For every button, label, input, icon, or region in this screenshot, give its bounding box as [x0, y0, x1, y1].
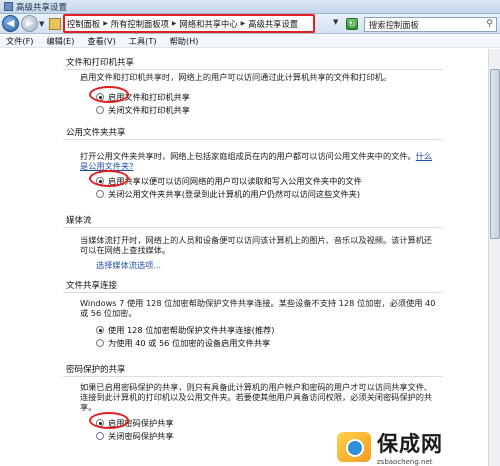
radio-disable-password[interactable]: 关闭密码保护共享	[96, 430, 174, 442]
scrollbar-thumb[interactable]	[490, 69, 500, 239]
radio-label: 为使用 40 或 56 位加密的设备启用文件共享	[108, 338, 271, 348]
password-description: 如果已启用密码保护的共享，则只有具备此计算机的用户帐户和密码的用户才可以访问共享…	[80, 382, 433, 412]
watermark-url: zsbaocheng.net	[377, 458, 433, 466]
refresh-icon[interactable]: ↻	[346, 18, 358, 30]
public-folder-description: 打开公用文件夹共享时，网络上包括家庭组成员在内的用户都可以访问公用文件夹中的文件…	[80, 151, 438, 171]
radio-button-selected[interactable]	[96, 326, 104, 334]
radio-40-56-bit[interactable]: 为使用 40 或 56 位加密的设备启用文件共享	[96, 337, 270, 349]
radio-label: 关闭文件和打印机共享	[108, 105, 190, 115]
site-watermark: 保成网 zsbaocheng.net	[337, 428, 497, 466]
radio-button[interactable]	[96, 106, 104, 114]
radio-label: 关闭公用文件夹共享(登录到此计算机的用户仍然可以访问这些文件夹)	[108, 189, 361, 199]
radio-label: 启用密码保护共享	[108, 418, 174, 428]
radio-button-selected[interactable]	[96, 177, 104, 185]
breadcrumb-network-center[interactable]: 网络和共享中心	[180, 18, 238, 30]
section-divider	[63, 69, 443, 70]
public-folder-desc-text: 打开公用文件夹共享时，网络上包括家庭组成员在内的用户都可以访问公用文件夹中的文件…	[80, 151, 416, 161]
watermark-brand: 保成网	[377, 432, 443, 456]
menu-help[interactable]: 帮助(H)	[170, 35, 199, 47]
radio-disable-public-folder[interactable]: 关闭公用文件夹共享(登录到此计算机的用户仍然可以访问这些文件夹)	[96, 188, 360, 200]
radio-button-selected[interactable]	[96, 419, 104, 427]
radio-128-bit[interactable]: 使用 128 位加密帮助保护文件共享连接(推荐)	[96, 324, 274, 336]
breadcrumb-all-items[interactable]: 所有控制面板项	[111, 18, 169, 30]
breadcrumb-separator-icon[interactable]: ▶	[241, 20, 246, 27]
connection-description: Windows 7 使用 128 位加密帮助保护文件共享连接。某些设备不支持 1…	[80, 298, 436, 318]
radio-label: 关闭密码保护共享	[108, 431, 174, 441]
menu-file[interactable]: 文件(F)	[6, 35, 33, 47]
breadcrumb-advanced-sharing[interactable]: 高级共享设置	[248, 18, 298, 30]
section-title-public-folder: 公用文件夹共享	[66, 128, 126, 138]
radio-button-selected[interactable]	[96, 93, 104, 101]
window-icon	[4, 2, 13, 11]
section-title-file-print: 文件和打印机共享	[66, 58, 135, 68]
radio-label: 启用共享以便可以访问网络的用户可以读取和写入公用文件夹中的文件	[108, 176, 362, 186]
section-divider	[63, 376, 443, 377]
breadcrumb-separator-icon[interactable]: ▶	[103, 20, 108, 27]
vertical-scrollbar[interactable]	[488, 49, 500, 466]
menu-edit[interactable]: 编辑(E)	[46, 35, 74, 47]
advanced-sharing-content: 文件和打印机共享 启用文件和打印机共享时，网络上的用户可以访问通过此计算机共享的…	[0, 49, 488, 466]
section-divider	[63, 292, 443, 293]
radio-disable-file-print[interactable]: 关闭文件和打印机共享	[96, 104, 190, 116]
address-dropdown-icon[interactable]: ▼	[333, 18, 338, 26]
media-description: 当媒体流打开时，网络上的人员和设备便可以访问该计算机上的图片、音乐以及视频。该计…	[80, 235, 433, 255]
recent-pages-dropdown-icon[interactable]: ▼	[39, 20, 47, 28]
section-divider	[63, 139, 443, 140]
forward-button[interactable]: ▶	[21, 15, 38, 32]
search-placeholder: 搜索控制面板	[369, 19, 419, 30]
radio-button[interactable]	[96, 190, 104, 198]
search-icon[interactable]: ⚲	[486, 19, 493, 29]
section-title-connection: 文件共享连接	[66, 281, 118, 291]
choose-media-streaming-link[interactable]: 选择媒体流选项...	[96, 259, 161, 271]
window-titlebar: 高级共享设置	[0, 0, 500, 14]
file-print-description: 启用文件和打印机共享时，网络上的用户可以访问通过此计算机共享的文件和打印机。	[80, 72, 392, 82]
back-button[interactable]: ◀	[2, 15, 19, 32]
address-bar[interactable]: 控制面板 ▶ 所有控制面板项 ▶ 网络和共享中心 ▶ 高级共享设置	[64, 15, 314, 32]
menu-view[interactable]: 查看(V)	[87, 35, 115, 47]
radio-label: 使用 128 位加密帮助保护文件共享连接(推荐)	[108, 325, 275, 335]
radio-enable-public-folder[interactable]: 启用共享以便可以访问网络的用户可以读取和写入公用文件夹中的文件	[96, 175, 362, 187]
radio-label: 启用文件和打印机共享	[108, 92, 190, 102]
radio-button[interactable]	[96, 432, 104, 440]
menu-tools[interactable]: 工具(T)	[129, 35, 157, 47]
breadcrumb-separator-icon[interactable]: ▶	[172, 20, 177, 27]
menu-bar: 文件(F) 编辑(E) 查看(V) 工具(T) 帮助(H)	[0, 35, 500, 48]
breadcrumb-control-panel[interactable]: 控制面板	[67, 18, 100, 30]
watermark-logo-icon	[337, 432, 371, 462]
section-divider	[63, 227, 443, 228]
radio-button[interactable]	[96, 339, 104, 347]
search-input[interactable]: 搜索控制面板 ⚲	[364, 17, 497, 32]
radio-enable-password[interactable]: 启用密码保护共享	[96, 417, 174, 429]
section-title-media: 媒体流	[66, 216, 92, 226]
navigation-bar: ◀ ▶ ▼ 控制面板 ▶ 所有控制面板项 ▶ 网络和共享中心 ▶ 高级共享设置 …	[0, 14, 500, 34]
section-title-password: 密码保护的共享	[66, 365, 126, 375]
window-title: 高级共享设置	[16, 2, 68, 13]
radio-enable-file-print[interactable]: 启用文件和打印机共享	[96, 91, 190, 103]
control-panel-icon	[49, 17, 61, 30]
